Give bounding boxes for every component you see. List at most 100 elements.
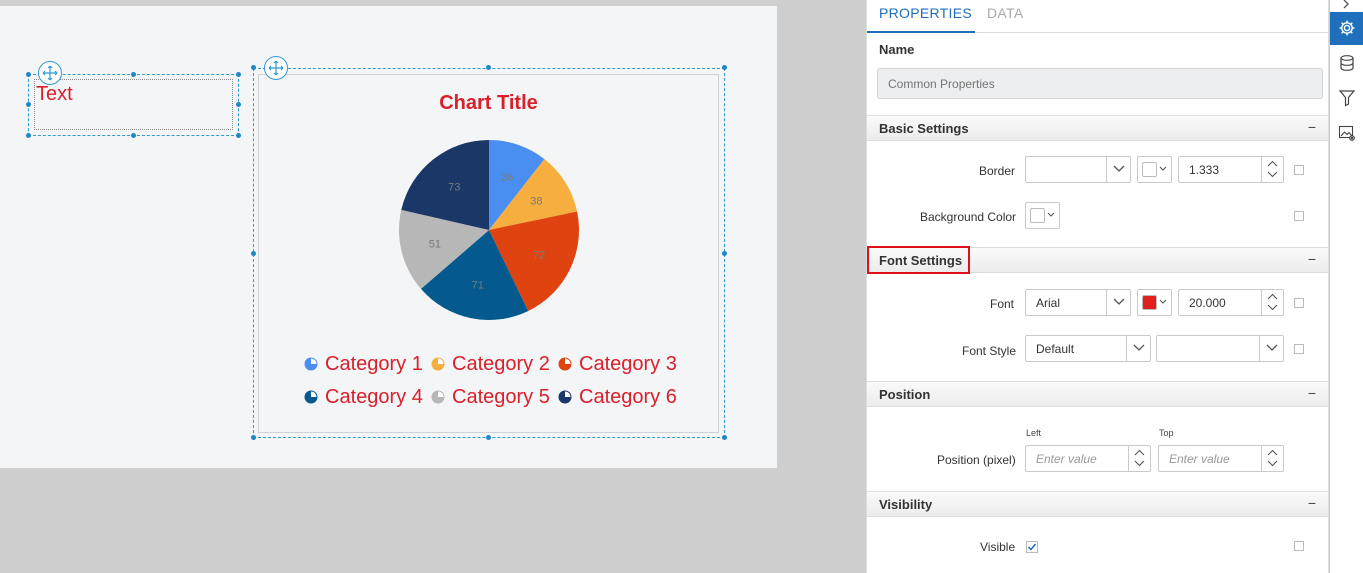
chevron-down-icon [1159,299,1167,304]
section-title: Visibility [879,497,933,512]
legend-label: Category 3 [579,352,677,375]
chart-title: Chart Title [439,92,538,114]
font-style-apply-checkbox[interactable] [1294,344,1304,354]
legend-item-3[interactable]: Category 3 [558,352,677,376]
resize-handle[interactable] [236,133,241,138]
icon-rail [1329,0,1363,573]
stepper-icon[interactable] [1261,290,1283,315]
section-visibility[interactable]: Visibility − [867,491,1330,517]
resize-handle[interactable] [722,435,727,440]
collapse-icon[interactable]: − [1308,251,1316,267]
resize-handle[interactable] [486,65,491,70]
section-font-settings[interactable]: Font Settings − [867,246,1330,274]
border-apply-checkbox[interactable] [1294,165,1304,175]
filter-icon[interactable] [1330,82,1363,115]
stepper-icon[interactable] [1128,446,1150,471]
check-icon [1027,543,1037,551]
position-top-input[interactable]: Enter value [1158,445,1284,472]
resize-handle[interactable] [26,72,31,77]
color-swatch [1142,295,1157,310]
section-basic-settings[interactable]: Basic Settings − [867,115,1330,141]
legend-item-5[interactable]: Category 5 [431,385,550,409]
collapse-icon[interactable]: − [1308,119,1316,135]
resize-handle[interactable] [26,133,31,138]
collapse-icon[interactable]: − [1308,385,1316,401]
legend-item-1[interactable]: Category 1 [304,352,423,376]
text-element-label[interactable]: Text [36,81,73,107]
font-apply-checkbox[interactable] [1294,298,1304,308]
font-size-stepper[interactable]: 20.000 [1178,289,1284,316]
resize-handle[interactable] [26,102,31,107]
move-icon[interactable] [264,56,288,80]
data-label-6: 73 [448,181,460,193]
chevron-down-icon [1159,166,1167,171]
name-input[interactable] [877,68,1323,99]
resize-handle[interactable] [251,251,256,256]
font-family-select[interactable]: Arial [1025,289,1131,316]
pie-legend-icon [431,390,445,404]
legend-item-6[interactable]: Category 6 [558,385,677,409]
position-label: Position (pixel) [937,453,1016,467]
stepper-icon[interactable] [1261,446,1283,471]
legend-item-4[interactable]: Category 4 [304,385,423,409]
tab-properties[interactable]: PROPERTIES [867,0,975,33]
resize-handle[interactable] [131,133,136,138]
color-swatch [1030,208,1045,223]
resize-handle[interactable] [251,65,256,70]
resize-handle[interactable] [236,102,241,107]
background-apply-checkbox[interactable] [1294,211,1304,221]
background-color-picker[interactable] [1025,202,1060,229]
image-settings-icon[interactable] [1330,117,1363,150]
chevron-down-icon[interactable] [1259,336,1283,361]
name-label: Name [879,42,915,57]
section-position[interactable]: Position − [867,381,1330,407]
database-icon[interactable] [1330,47,1363,80]
resize-handle[interactable] [131,72,136,77]
visible-checkbox[interactable] [1026,541,1038,553]
resize-handle[interactable] [722,251,727,256]
font-style-select[interactable]: Default [1025,335,1151,362]
pie-legend-icon [304,357,318,371]
top-label: Top [1159,428,1174,438]
chevron-down-icon [1047,212,1055,217]
gear-icon[interactable] [1330,12,1363,45]
left-label: Left [1026,428,1042,438]
legend-item-2[interactable]: Category 2 [431,352,550,376]
visible-apply-checkbox[interactable] [1294,541,1304,551]
highlight-box [867,246,970,274]
font-color-picker[interactable] [1137,289,1172,316]
legend-label: Category 4 [325,385,423,408]
font-style-label: Font Style [962,344,1017,358]
legend-label: Category 5 [452,385,550,408]
move-icon[interactable] [38,61,62,85]
chevron-down-icon[interactable] [1106,290,1130,315]
font-label: Font [990,297,1015,311]
border-style-select[interactable] [1025,156,1131,183]
chevron-down-icon[interactable] [1106,157,1130,182]
chevron-right-icon[interactable] [1330,0,1363,10]
resize-handle[interactable] [722,65,727,70]
border-color-picker[interactable] [1137,156,1172,183]
tab-data[interactable]: DATA [975,0,1023,33]
chevron-down-icon[interactable] [1126,336,1150,361]
section-title: Position [879,387,931,402]
legend-label: Category 2 [452,352,550,375]
resize-handle[interactable] [251,435,256,440]
pie-legend-icon [431,357,445,371]
resize-handle[interactable] [486,435,491,440]
data-label-4: 71 [472,280,484,292]
data-label-5: 51 [429,238,441,250]
stepper-icon[interactable] [1261,157,1283,182]
data-label-1: 36 [501,172,513,184]
data-label-2: 38 [530,195,542,207]
pie-legend-icon [558,390,572,404]
section-title: Basic Settings [879,121,969,136]
color-swatch [1142,162,1157,177]
position-left-input[interactable]: Enter value [1025,445,1151,472]
properties-panel: PROPERTIES DATA Name Basic Settings − Bo… [866,0,1330,573]
resize-handle[interactable] [236,72,241,77]
font-style-extra-select[interactable] [1156,335,1284,362]
border-width-stepper[interactable]: 1.333 [1178,156,1284,183]
collapse-icon[interactable]: − [1308,495,1316,511]
legend-label: Category 6 [579,385,677,408]
